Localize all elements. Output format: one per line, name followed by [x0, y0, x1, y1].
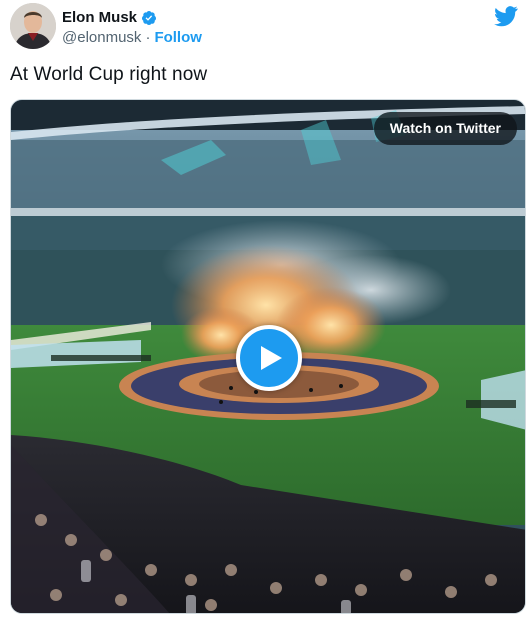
tweet-text: At World Cup right now — [10, 64, 208, 85]
play-icon — [261, 346, 282, 370]
handle-row: @elonmusk · Follow — [62, 29, 202, 46]
name-row: Elon Musk — [62, 9, 157, 26]
separator-dot: · — [145, 29, 151, 46]
play-button[interactable] — [236, 325, 302, 391]
display-name[interactable]: Elon Musk — [62, 9, 137, 26]
avatar[interactable] — [10, 3, 56, 49]
avatar-image — [10, 3, 56, 49]
follow-button[interactable]: Follow — [154, 29, 202, 46]
user-handle[interactable]: @elonmusk — [62, 29, 141, 46]
watch-on-twitter-button[interactable]: Watch on Twitter — [373, 112, 517, 145]
tweet-card: Elon Musk @elonmusk · Follow At World Cu… — [0, 0, 528, 623]
twitter-bird-icon[interactable] — [494, 5, 518, 27]
verified-badge-icon — [141, 10, 157, 26]
tweet-header: Elon Musk @elonmusk · Follow — [10, 3, 518, 53]
video-player[interactable]: Watch on Twitter — [10, 99, 526, 614]
